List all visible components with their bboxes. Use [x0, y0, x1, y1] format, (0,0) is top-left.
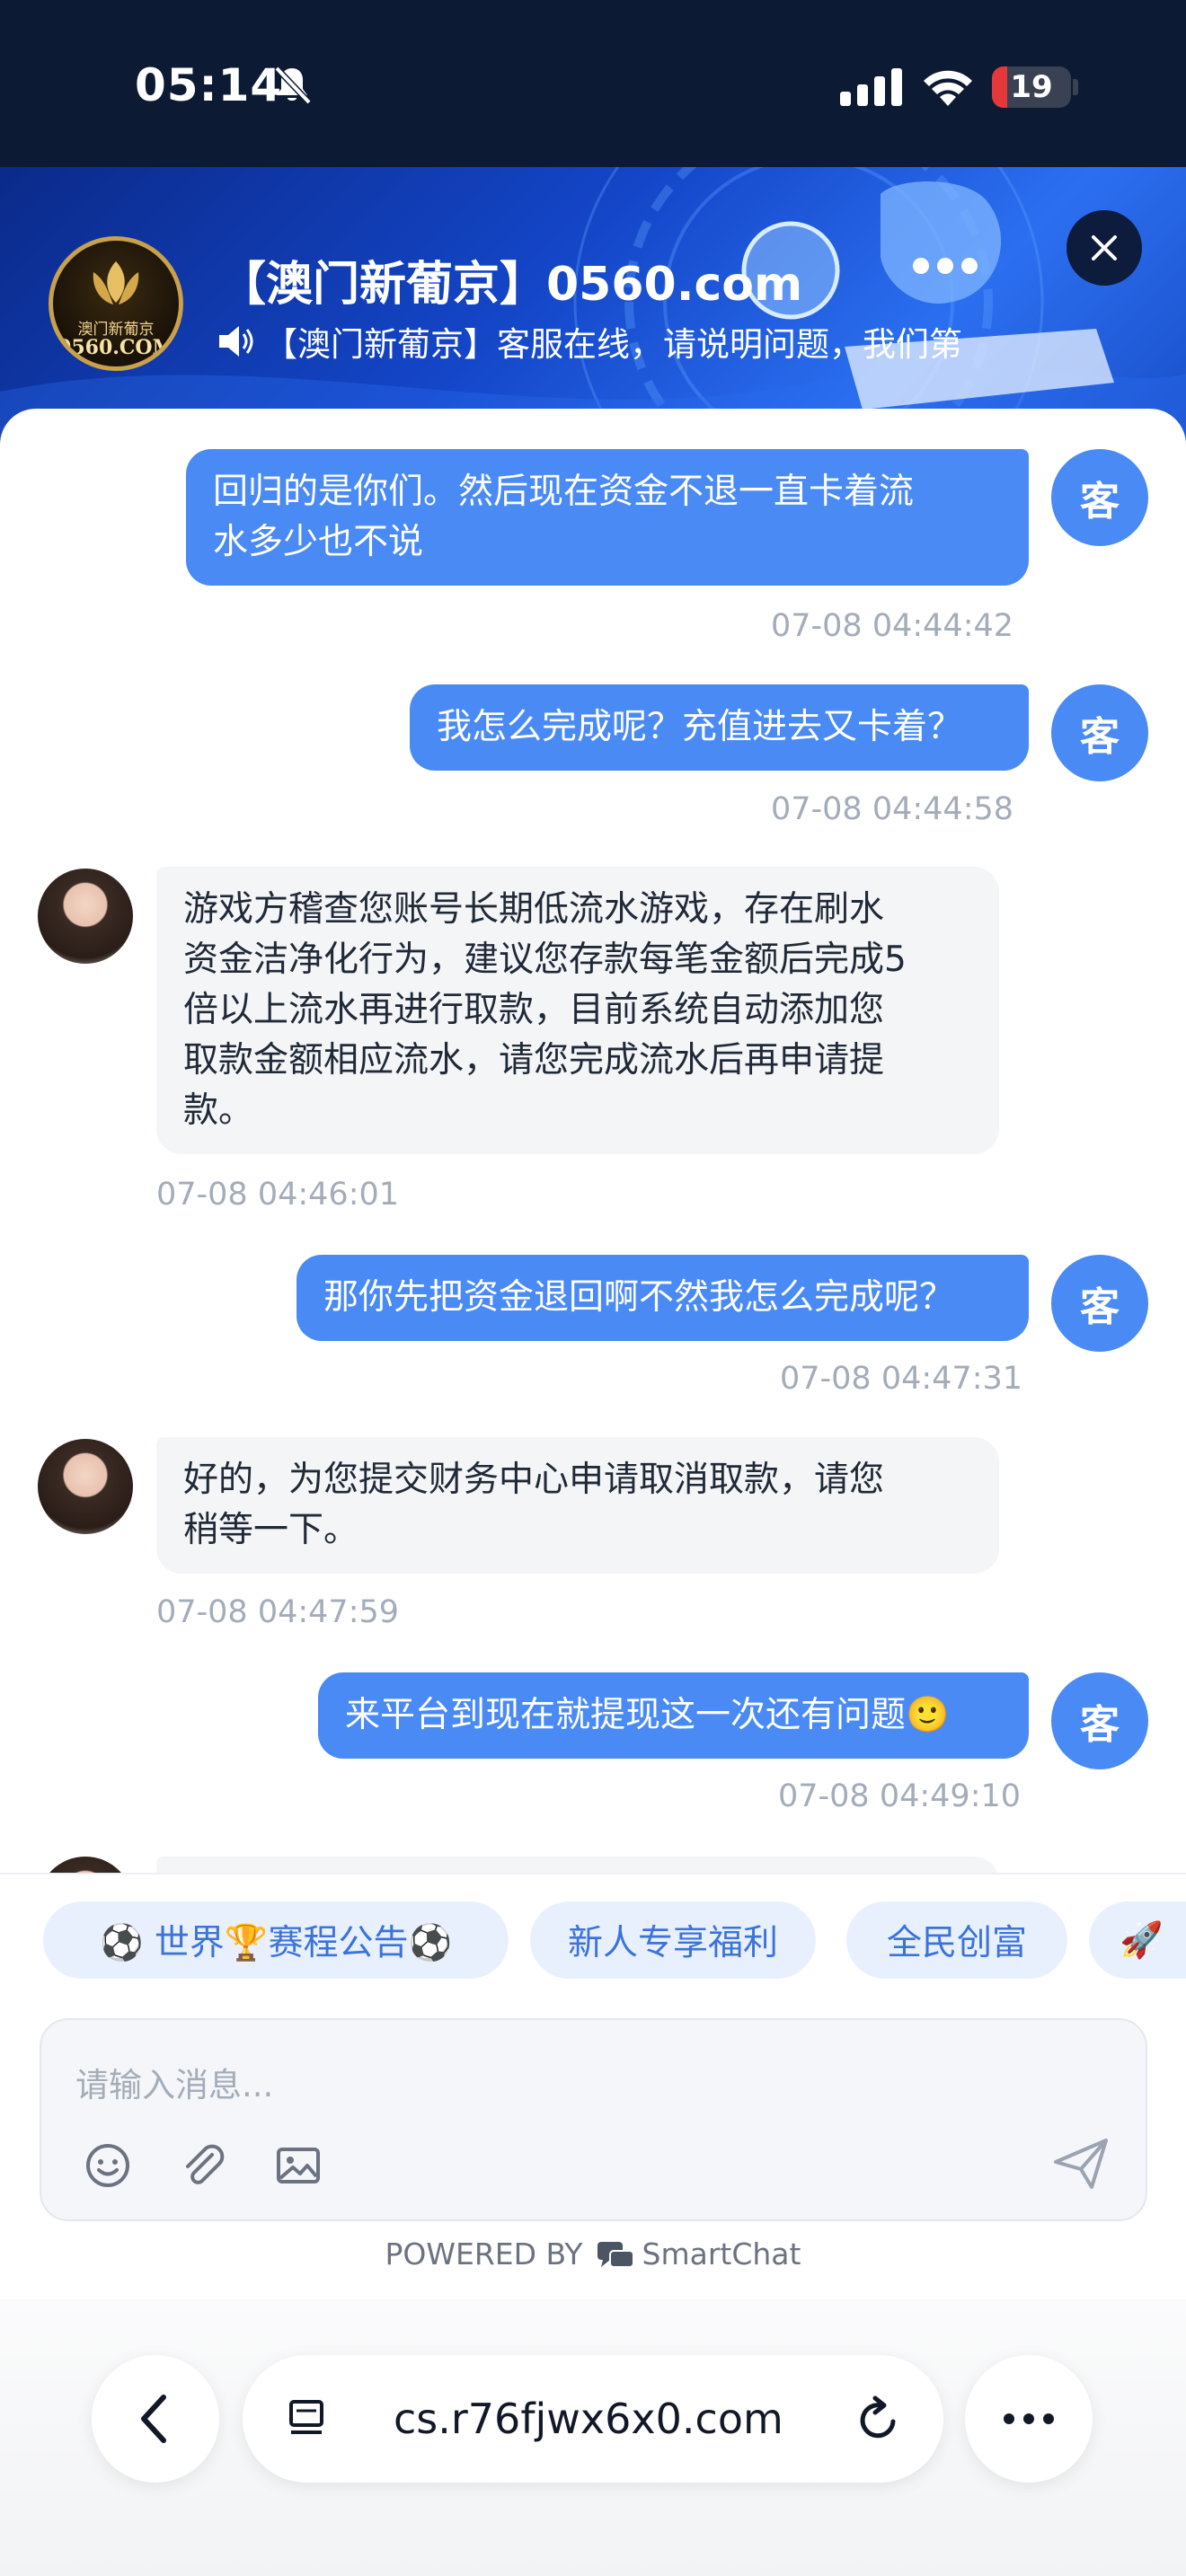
reader-icon[interactable] — [284, 2396, 329, 2441]
browser-toolbar: cs.r76fjwx6x0.com — [0, 2299, 1186, 2576]
message-line: 水多少也不说 — [213, 522, 424, 562]
message-line: 来平台到现在就提现这一次还有问题🙂 — [345, 1695, 950, 1735]
battery-icon: 19 — [992, 66, 1071, 108]
notice-marquee: 【澳门新葡京】客服在线，请说明问题，我们第 — [216, 317, 1024, 364]
agent-message-bubble: 好的，为您提交财务中心申请取消取款，请您 稍等一下。 — [156, 1437, 999, 1574]
logo-text-bottom: 0560.COM — [58, 336, 174, 359]
message-list[interactable]: 回归的是你们。然后现在资金不退一直卡着流 水多少也不说 客 07-08 04:4… — [0, 409, 1186, 1873]
signal-icon — [840, 68, 902, 106]
status-bar: 05:14 19 — [0, 0, 1186, 167]
reload-icon[interactable] — [854, 2395, 904, 2445]
agent-avatar — [38, 1857, 133, 1873]
agent-message-bubble-partial — [156, 1857, 999, 1873]
more-icon — [1004, 2413, 1054, 2424]
send-icon[interactable] — [1052, 2137, 1110, 2191]
message-timestamp: 07-08 04:46:01 — [156, 1177, 400, 1213]
user-avatar: 客 — [1051, 1255, 1148, 1352]
user-message-bubble: 我怎么完成呢？充值进去又卡着？ — [410, 684, 1029, 771]
speaker-icon — [219, 326, 253, 357]
message-line: 款。 — [183, 1090, 254, 1131]
close-icon — [1092, 235, 1117, 260]
quick-reply-newbie-benefits[interactable]: 新人专享福利 — [530, 1901, 816, 1979]
quick-reply-bar[interactable]: ⚽ 世界🏆赛程公告⚽ 新人专享福利 全民创富 🚀 — [0, 1873, 1186, 1989]
message-line: 稍等一下。 — [183, 1510, 359, 1550]
message-line: 我怎么完成呢？充值进去又卡着？ — [437, 707, 963, 747]
battery-cap — [1073, 79, 1078, 95]
user-avatar: 客 — [1051, 684, 1148, 781]
message-line: 取款金额相应流水，请您完成流水后再申请提 — [183, 1040, 885, 1081]
chat-title: 【澳门新葡京】0560.com — [219, 258, 803, 312]
wifi-icon — [924, 70, 972, 106]
message-line: 游戏方稽查您账号长期低流水游戏，存在刷水 — [183, 889, 885, 930]
quick-reply-more[interactable]: 🚀 — [1089, 1901, 1186, 1979]
message-timestamp: 07-08 04:47:59 — [156, 1594, 400, 1630]
powered-by-brand: SmartChat — [642, 2236, 801, 2272]
powered-by: POWERED BY SmartChat — [0, 2236, 1186, 2272]
message-timestamp: 07-08 04:44:58 — [771, 791, 1014, 827]
address-bar[interactable]: cs.r76fjwx6x0.com — [243, 2355, 943, 2483]
user-message-bubble: 回归的是你们。然后现在资金不退一直卡着流 水多少也不说 — [186, 449, 1029, 586]
agent-avatar — [38, 1439, 133, 1534]
message-timestamp: 07-08 04:49:10 — [778, 1778, 1022, 1814]
close-button[interactable] — [1067, 210, 1142, 286]
notice-text: 【澳门新葡京】客服在线，请说明问题，我们第 — [264, 325, 962, 364]
message-timestamp: 07-08 04:44:42 — [771, 608, 1014, 644]
quick-reply-wealth[interactable]: 全民创富 — [846, 1901, 1067, 1979]
message-composer[interactable]: 请输入消息... — [40, 2018, 1147, 2221]
attachment-icon[interactable] — [178, 2140, 228, 2191]
image-icon[interactable] — [273, 2140, 323, 2191]
message-timestamp: 07-08 04:47:31 — [780, 1361, 1023, 1397]
user-avatar: 客 — [1051, 449, 1148, 546]
battery-percent: 19 — [1010, 69, 1053, 105]
back-icon — [141, 2395, 166, 2443]
powered-by-label: POWERED BY — [385, 2236, 583, 2272]
bell-slash-icon — [274, 66, 312, 105]
agent-message-bubble: 游戏方稽查您账号长期低流水游戏，存在刷水 资金洁净化行为，建议您存款每笔金额后完… — [156, 867, 999, 1154]
more-button[interactable] — [965, 2355, 1093, 2483]
url-text[interactable]: cs.r76fjwx6x0.com — [394, 2355, 783, 2483]
chat-bubbles-icon — [597, 2241, 634, 2268]
message-line: 倍以上流水再进行取款，目前系统自动添加您 — [183, 990, 885, 1030]
message-line: 资金洁净化行为，建议您存款每笔金额后完成5 — [183, 940, 907, 980]
back-button[interactable] — [92, 2355, 219, 2483]
brand-logo: 澳门新葡京 0560.COM — [49, 236, 183, 371]
quick-reply-schedule[interactable]: ⚽ 世界🏆赛程公告⚽ — [43, 1901, 509, 1979]
status-time: 05:14 — [135, 59, 283, 111]
message-line: 那你先把资金退回啊不然我怎么完成呢？ — [323, 1277, 955, 1318]
chat-header: 澳门新葡京 0560.COM 【澳门新葡京】0560.com 【澳门新葡京】客服… — [0, 167, 1186, 446]
message-input[interactable]: 请输入消息... — [75, 2058, 273, 2106]
message-line: 回归的是你们。然后现在资金不退一直卡着流 — [213, 472, 915, 512]
user-message-bubble: 那你先把资金退回啊不然我怎么完成呢？ — [296, 1255, 1029, 1341]
agent-avatar — [38, 869, 133, 964]
user-message-bubble: 来平台到现在就提现这一次还有问题🙂 — [318, 1672, 1029, 1759]
emoji-icon[interactable] — [83, 2140, 133, 2191]
message-line: 好的，为您提交财务中心申请取消取款，请您 — [183, 1460, 885, 1500]
user-avatar: 客 — [1051, 1672, 1148, 1769]
